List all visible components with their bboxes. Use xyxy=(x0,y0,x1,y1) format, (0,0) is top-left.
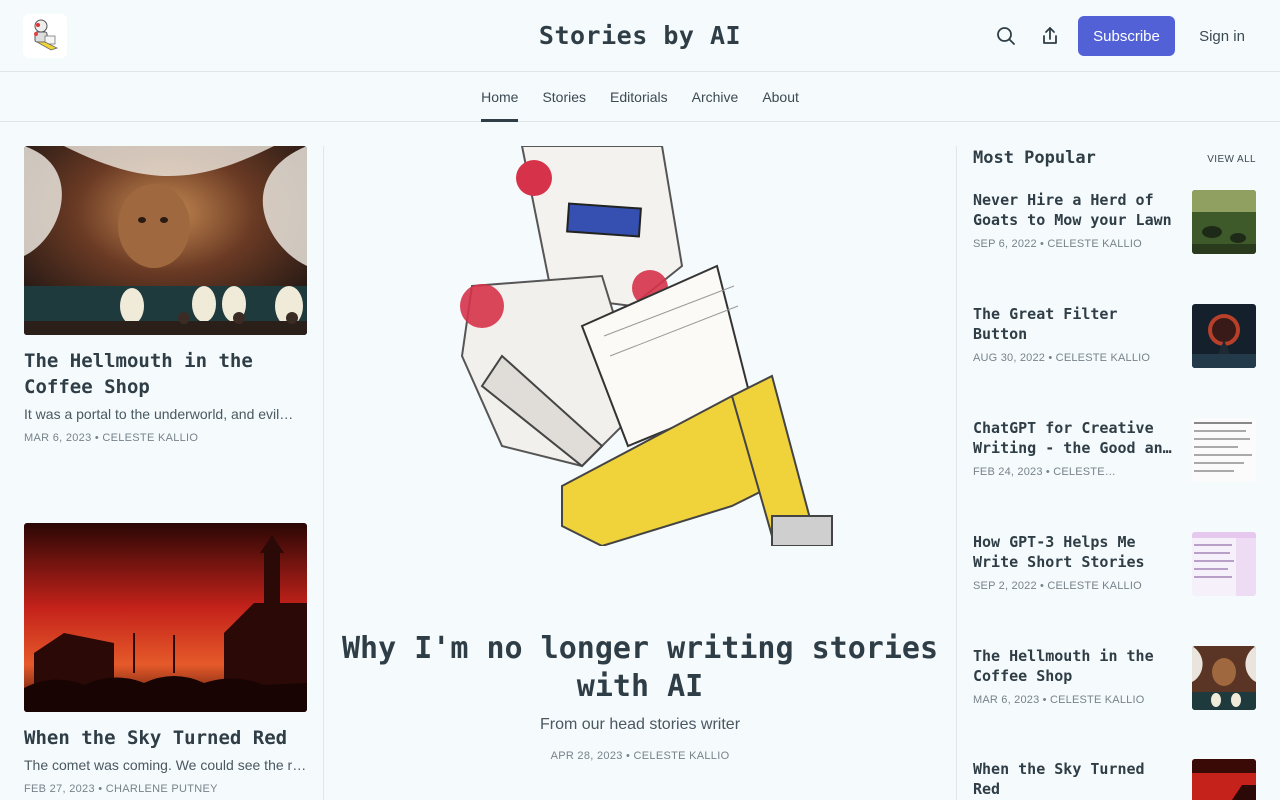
popular-item[interactable]: How GPT-3 Helps Me Write Short Stories S… xyxy=(973,532,1256,612)
column-divider xyxy=(323,146,324,800)
popular-item-thumbnail[interactable] xyxy=(1192,646,1256,710)
popular-item[interactable]: The Hellmouth in the Coffee Shop MAR 6, … xyxy=(973,646,1256,726)
hero-image[interactable] xyxy=(432,146,848,546)
most-popular-heading: Most Popular xyxy=(973,148,1096,168)
popular-item-thumbnail[interactable] xyxy=(1192,304,1256,368)
main-nav: Home Stories Editorials Archive About xyxy=(0,72,1280,122)
hero-title[interactable]: Why I'm no longer writing stories with A… xyxy=(340,630,940,706)
post-thumbnail[interactable] xyxy=(24,523,307,712)
popular-item-title[interactable]: When the Sky Turned Red xyxy=(973,759,1177,799)
popular-item-title[interactable]: ChatGPT for Creative Writing - the Good … xyxy=(973,418,1177,458)
popular-item-meta: MAR 6, 2023 • CELESTE KALLIO xyxy=(973,694,1145,706)
post-title[interactable]: The Hellmouth in the Coffee Shop xyxy=(24,348,307,400)
post-meta: FEB 27, 2023 • CHARLENE PUTNEY xyxy=(24,783,218,795)
popular-item-meta: AUG 30, 2022 • CELESTE KALLIO xyxy=(973,352,1151,364)
subscribe-button[interactable]: Subscribe xyxy=(1078,16,1175,56)
nav-about[interactable]: About xyxy=(762,72,799,121)
popular-item-title[interactable]: Never Hire a Herd of Goats to Mow your L… xyxy=(973,190,1177,230)
post-subtitle: It was a portal to the underworld, and e… xyxy=(24,406,294,422)
column-divider xyxy=(956,146,957,800)
post-card[interactable]: The Hellmouth in the Coffee Shop It was … xyxy=(24,146,307,444)
view-all-link[interactable]: VIEW ALL xyxy=(1196,154,1256,165)
share-icon[interactable] xyxy=(1038,24,1062,48)
post-meta: MAR 6, 2023 • CELESTE KALLIO xyxy=(24,432,199,444)
hero-meta: APR 28, 2023 • CELESTE KALLIO xyxy=(550,750,730,762)
nav-archive[interactable]: Archive xyxy=(692,72,739,121)
search-icon[interactable] xyxy=(994,24,1018,48)
site-header: Stories by AI Subscribe Sign in xyxy=(0,0,1280,72)
popular-item[interactable]: The Great Filter Button AUG 30, 2022 • C… xyxy=(973,304,1256,384)
sign-in-button[interactable]: Sign in xyxy=(1190,16,1254,56)
post-card[interactable]: When the Sky Turned Red The comet was co… xyxy=(24,523,307,795)
hero-subtitle: From our head stories writer xyxy=(539,716,741,733)
nav-editorials[interactable]: Editorials xyxy=(610,72,668,121)
post-subtitle: The comet was coming. We could see the r… xyxy=(24,757,307,773)
popular-item-thumbnail[interactable] xyxy=(1192,190,1256,254)
popular-item[interactable]: Never Hire a Herd of Goats to Mow your L… xyxy=(973,190,1256,270)
post-thumbnail[interactable] xyxy=(24,146,307,335)
popular-item-thumbnail[interactable] xyxy=(1192,418,1256,482)
popular-item-title[interactable]: How GPT-3 Helps Me Write Short Stories xyxy=(973,532,1177,572)
popular-item-title[interactable]: The Great Filter Button xyxy=(973,304,1177,344)
popular-item-meta: FEB 24, 2023 • CELESTE… xyxy=(973,466,1116,478)
popular-item[interactable]: When the Sky Turned Red xyxy=(973,759,1256,800)
popular-item-thumbnail[interactable] xyxy=(1192,532,1256,596)
nav-stories[interactable]: Stories xyxy=(542,72,586,121)
popular-item-title[interactable]: The Hellmouth in the Coffee Shop xyxy=(973,646,1177,686)
popular-item-meta: SEP 6, 2022 • CELESTE KALLIO xyxy=(973,238,1142,250)
popular-item-meta: SEP 2, 2022 • CELESTE KALLIO xyxy=(973,580,1142,592)
nav-home[interactable]: Home xyxy=(481,72,519,122)
post-title[interactable]: When the Sky Turned Red xyxy=(24,725,307,751)
popular-item[interactable]: ChatGPT for Creative Writing - the Good … xyxy=(973,418,1256,498)
popular-item-thumbnail[interactable] xyxy=(1192,759,1256,800)
